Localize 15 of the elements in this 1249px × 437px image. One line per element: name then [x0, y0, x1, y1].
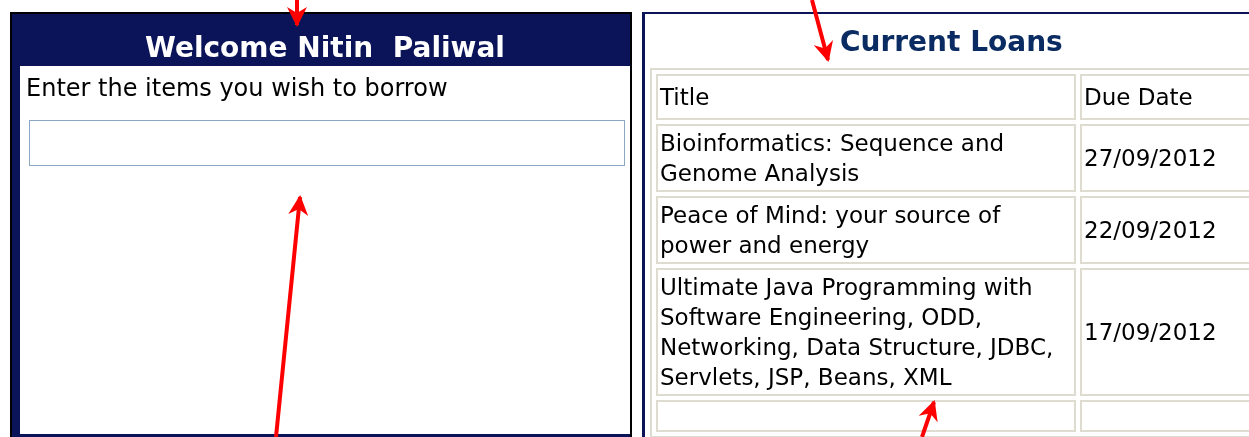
table-cell: Peace of Mind: your source of power and energy [656, 196, 1076, 264]
loans-heading: Current Loans [840, 24, 1063, 60]
table-cell: 27/09/2012 [1080, 124, 1249, 192]
welcome-heading: Welcome Nitin Paliwal [145, 32, 505, 64]
table-cell: Ultimate Java Programming with Software Engineering, ODD, Networking, Data Structure, JDBC, Servlets, JSP, Beans, XML [656, 268, 1076, 396]
input-field[interactable] [29, 120, 625, 166]
column-header: Due Date [1080, 74, 1249, 120]
annotation-arrow [810, 0, 833, 62]
table-cell: 17/09/2012 [1080, 268, 1249, 396]
table-cell: Bioinformatics: Sequence and Genome Analysis [656, 124, 1076, 192]
table-cell: 22/09/2012 [1080, 196, 1249, 264]
column-header: Title [656, 74, 1076, 120]
annotation-arrow [918, 400, 938, 437]
annotation-arrow [287, 0, 307, 27]
borrow-prompt: Enter the items you wish to borrow [26, 74, 448, 102]
